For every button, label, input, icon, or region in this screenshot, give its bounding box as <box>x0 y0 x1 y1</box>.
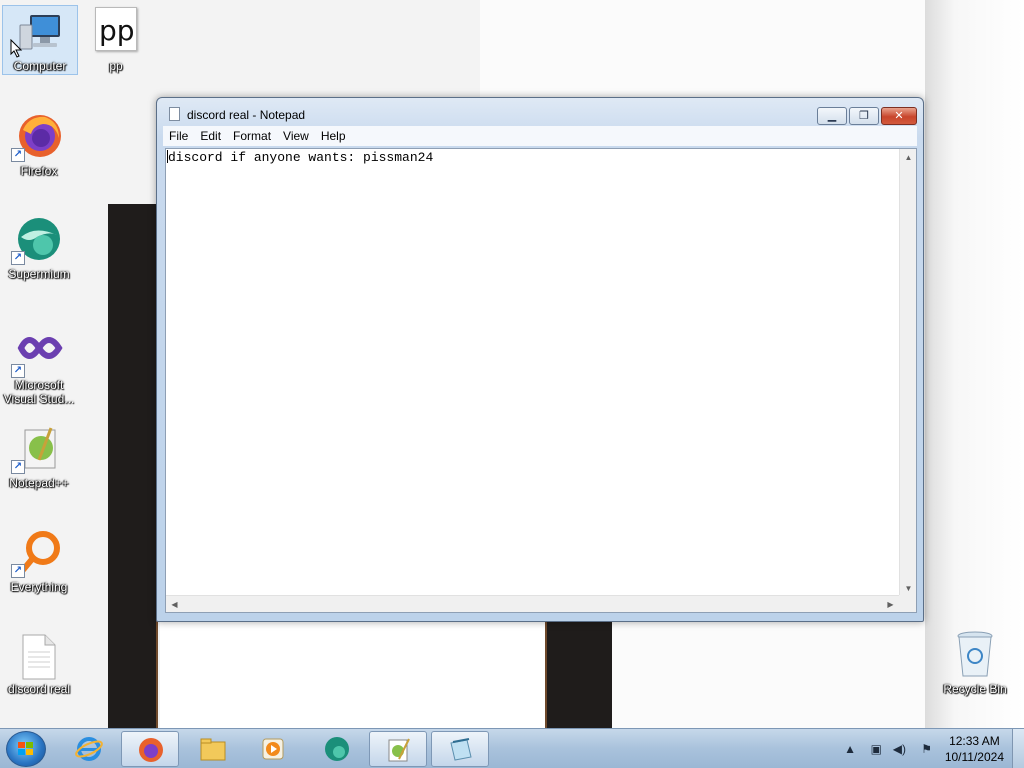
windows-logo-icon <box>18 742 34 756</box>
file-explorer-icon <box>200 738 226 761</box>
firefox-icon: ↗ <box>11 112 63 162</box>
close-button[interactable]: ✕ <box>881 107 917 125</box>
start-button[interactable] <box>6 731 46 767</box>
document-pp-icon: pp <box>95 7 137 51</box>
text-file-icon <box>21 634 57 680</box>
taskbar-supermium[interactable] <box>308 731 366 767</box>
shortcut-arrow-icon: ↗ <box>11 251 25 265</box>
desktop-icon-notepad-plus-plus[interactable]: ↗ Notepad++ <box>1 424 77 490</box>
notepad-plus-plus-icon <box>388 738 410 762</box>
taskbar-media-player[interactable] <box>244 731 302 767</box>
desktop-icon-label: discord real <box>7 682 71 696</box>
taskbar-file-explorer[interactable] <box>184 731 242 767</box>
desktop-icon-supermium[interactable]: ↗ Supermium <box>1 215 77 281</box>
size-grip[interactable] <box>899 595 916 612</box>
desktop-icon-label: Firefox <box>20 164 58 178</box>
supermium-icon: ↗ <box>11 215 63 265</box>
wallpaper-dark-bar-left <box>108 204 158 728</box>
taskbar-internet-explorer[interactable] <box>60 731 118 767</box>
restore-icon: ❐ <box>859 110 869 122</box>
desktop-icon-label: pp <box>109 59 123 73</box>
scroll-right-icon[interactable]: ▶ <box>882 596 899 613</box>
desktop-icon-firefox[interactable]: ↗ Firefox <box>1 112 77 178</box>
horizontal-scrollbar[interactable]: ◀ ▶ <box>166 595 899 612</box>
taskbar-notepad-plus-plus[interactable] <box>369 731 427 767</box>
mouse-cursor-icon <box>10 39 23 58</box>
desktop-icon-label: Microsoft Visual Stud... <box>3 378 75 406</box>
desktop-icon-computer[interactable]: Computer <box>2 5 78 75</box>
pp-icon-text: pp <box>99 14 135 47</box>
menu-help[interactable]: Help <box>315 126 352 146</box>
system-clock[interactable]: 12:33 AM 10/11/2024 <box>945 733 1004 765</box>
everything-search-icon: ↗ <box>11 528 63 578</box>
wallpaper-right-band <box>925 0 1024 728</box>
editor-content[interactable]: discord if anyone wants: pissman24 <box>167 150 433 165</box>
desktop-icon-visual-studio[interactable]: ↗ Microsoft Visual Stud... <box>1 328 77 406</box>
taskbar-notepad[interactable] <box>431 731 489 767</box>
media-player-icon <box>262 738 284 760</box>
taskbar: ▲ ▣ ◀) ⚑ 12:33 AM 10/11/2024 <box>0 728 1024 768</box>
internet-explorer-icon <box>75 737 103 761</box>
show-desktop-button[interactable] <box>1012 729 1024 768</box>
firefox-icon <box>139 738 163 762</box>
desktop-icon-label: Recycle Bin <box>943 682 1007 696</box>
menu-format[interactable]: Format <box>227 126 277 146</box>
recycle-bin-icon <box>955 630 995 678</box>
maximize-button[interactable]: ❐ <box>849 107 879 125</box>
clock-date: 10/11/2024 <box>944 750 1004 764</box>
desktop-icon-label: Supermium <box>8 267 70 281</box>
action-center-flag-icon[interactable]: ⚑ <box>921 742 932 756</box>
desktop-icon-pp[interactable]: pp pp <box>78 7 154 73</box>
minimize-button[interactable]: ▁ <box>817 107 847 125</box>
notepad-icon <box>450 738 472 761</box>
editor-text: discord if anyone wants: pissman24 <box>168 150 434 165</box>
desktop-icon-label: Computer <box>13 59 67 73</box>
desktop-icon-everything[interactable]: ↗ Everything <box>1 528 77 594</box>
menu-file[interactable]: File <box>163 126 194 146</box>
shortcut-arrow-icon: ↗ <box>11 460 25 474</box>
notepad-window[interactable]: discord real - Notepad ▁ ❐ ✕ File Edit For… <box>156 97 924 622</box>
shortcut-arrow-icon: ↗ <box>11 564 25 578</box>
taskbar-firefox[interactable] <box>121 731 179 767</box>
scroll-left-icon[interactable]: ◀ <box>166 596 183 613</box>
text-editor[interactable]: discord if anyone wants: pissman24 ▲ ▼ ◀… <box>165 148 917 613</box>
shortcut-arrow-icon: ↗ <box>11 148 25 162</box>
shortcut-arrow-icon: ↗ <box>11 364 25 378</box>
desktop-icon-label: Everything <box>10 580 68 594</box>
wallpaper-dark-bar-right <box>545 620 612 728</box>
close-icon: ✕ <box>894 110 904 122</box>
vertical-scrollbar[interactable]: ▲ ▼ <box>899 149 916 597</box>
network-icon[interactable]: ▣ <box>871 742 882 756</box>
visual-studio-icon: ↗ <box>11 328 63 378</box>
desktop-icon-discord-real[interactable]: discord real <box>1 634 77 696</box>
desktop-icon-recycle-bin[interactable]: Recycle Bin <box>937 630 1013 696</box>
notepad-icon <box>169 107 180 121</box>
notepad-plus-plus-icon: ↗ <box>11 424 63 474</box>
desktop-icon-label: Notepad++ <box>9 476 69 490</box>
scroll-up-icon[interactable]: ▲ <box>900 149 917 166</box>
window-titlebar[interactable]: discord real - Notepad ▁ ❐ ✕ <box>157 98 923 126</box>
show-hidden-icons-icon[interactable]: ▲ <box>844 742 856 756</box>
wallpaper-white-panel <box>160 620 545 728</box>
minimize-icon: ▁ <box>827 110 837 122</box>
volume-icon[interactable]: ◀) <box>893 742 906 756</box>
supermium-icon <box>325 737 349 761</box>
menu-edit[interactable]: Edit <box>194 126 227 146</box>
menu-view[interactable]: View <box>277 126 315 146</box>
clock-time: 12:33 AM <box>949 734 1000 748</box>
menu-bar: File Edit Format View Help <box>163 126 917 146</box>
window-title: discord real - Notepad <box>187 108 306 122</box>
